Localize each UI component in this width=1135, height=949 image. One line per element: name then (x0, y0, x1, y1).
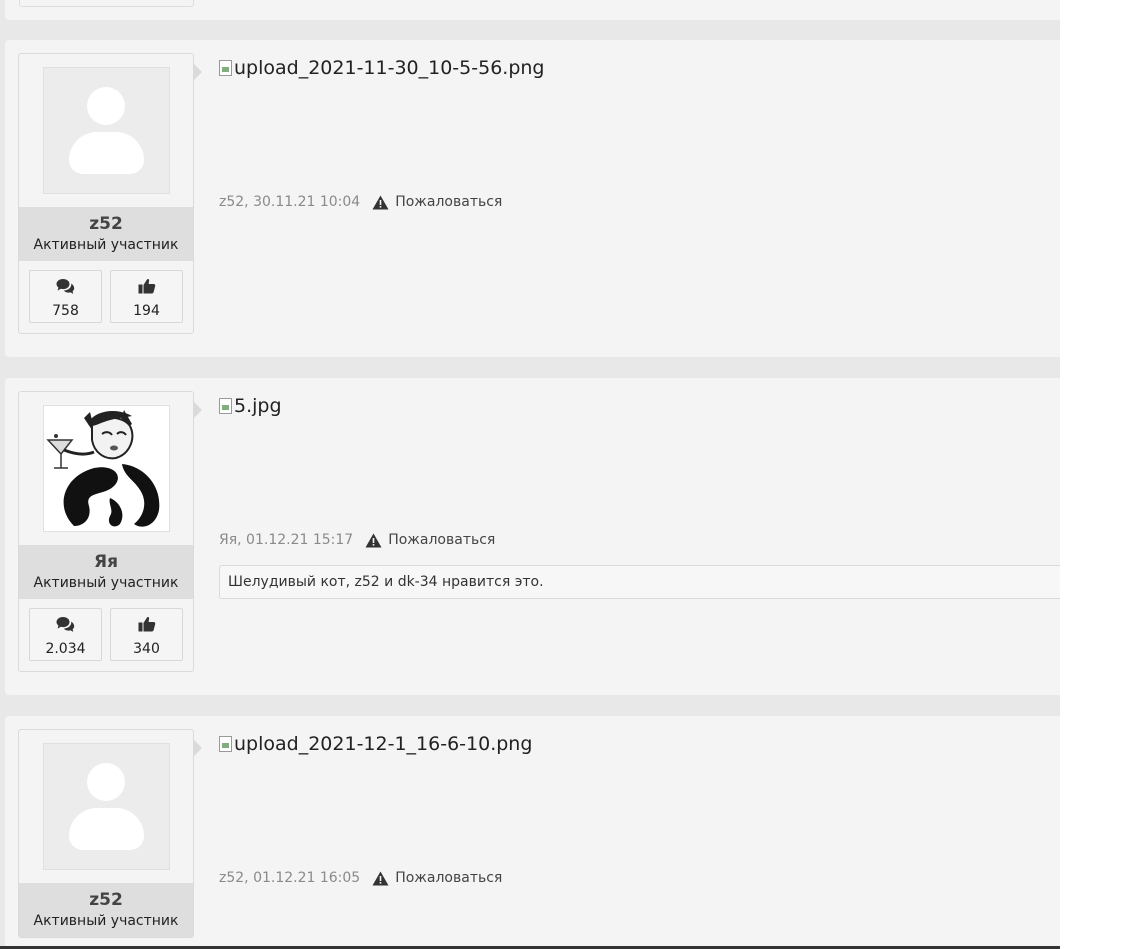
likes-summary: Шелудивый кот, z52 и dk-34 нравится это. (219, 565, 1060, 599)
username-link[interactable]: z52 (19, 213, 193, 235)
thread-page: z52 Активный участник 758 194 upload_202… (0, 0, 1060, 949)
post: z52 Активный участник upload_2021-12-1_1… (5, 716, 1060, 949)
report-label: Пожаловаться (395, 194, 503, 210)
comments-icon (30, 278, 101, 296)
cat-avatar-illustration (43, 406, 169, 531)
attachment-image[interactable]: 5.jpg (219, 393, 1060, 419)
messages-count: 2.034 (45, 641, 86, 657)
likes-count: 194 (133, 303, 160, 319)
messages-stat[interactable]: 2.034 (29, 608, 102, 661)
report-link[interactable]: Пожаловаться (372, 194, 502, 210)
likes-stat[interactable]: 340 (110, 608, 183, 661)
avatar-head-shape (86, 763, 125, 801)
post-content: 5.jpg Яя, 01.12.21 15:17 Пожаловаться Ше… (219, 393, 1060, 599)
avatar-body-shape (68, 132, 144, 174)
user-namebox: Яя Активный участник (19, 545, 193, 599)
avatar-head-shape (86, 87, 125, 125)
likes-count: 340 (133, 641, 160, 657)
post-date[interactable]: z52, 30.11.21 10:04 (219, 194, 360, 210)
post-content: upload_2021-11-30_10-5-56.png z52, 30.11… (219, 55, 1060, 210)
user-title: Активный участник (33, 575, 179, 591)
user-block: z52 Активный участник (18, 729, 202, 938)
broken-image-icon (219, 736, 232, 752)
user-namebox: z52 Активный участник (19, 207, 193, 261)
report-link[interactable]: Пожаловаться (365, 532, 495, 548)
username-link[interactable]: Яя (19, 551, 193, 573)
previous-post-fragment (5, 0, 1060, 20)
avatar-container (19, 54, 193, 207)
comments-icon (30, 616, 101, 634)
attachment-image[interactable]: upload_2021-11-30_10-5-56.png (219, 55, 1060, 81)
attachment-alt-text: upload_2021-12-1_16-6-10.png (234, 733, 533, 755)
user-title: Активный участник (33, 237, 179, 253)
likes-stat[interactable]: 194 (110, 270, 183, 323)
post-date[interactable]: Яя, 01.12.21 15:17 (219, 532, 353, 548)
post-meta: z52, 30.11.21 10:04 Пожаловаться (219, 194, 502, 210)
avatar-image[interactable] (42, 405, 170, 532)
user-block: z52 Активный участник 758 194 (18, 53, 202, 334)
default-avatar-icon[interactable] (42, 743, 170, 870)
messages-count: 758 (52, 303, 79, 319)
report-link[interactable]: Пожаловаться (372, 870, 502, 886)
report-label: Пожаловаться (388, 532, 496, 548)
user-namebox: z52 Активный участник (19, 883, 193, 937)
warning-icon (372, 195, 389, 209)
likes-summary-text[interactable]: Шелудивый кот, z52 и dk-34 нравится это. (228, 574, 544, 590)
user-stats: 758 194 (19, 261, 193, 333)
default-avatar-icon[interactable] (42, 67, 170, 194)
post-meta: Яя, 01.12.21 15:17 Пожаловаться (219, 532, 495, 548)
warning-icon (365, 533, 382, 547)
post: z52 Активный участник 758 194 upload_202… (5, 40, 1060, 357)
messages-stat[interactable]: 758 (29, 270, 102, 323)
warning-icon (372, 871, 389, 885)
attachment-image[interactable]: upload_2021-12-1_16-6-10.png (219, 731, 1060, 757)
username-link[interactable]: z52 (19, 889, 193, 911)
avatar-container (19, 730, 193, 883)
attachment-alt-text: 5.jpg (234, 395, 282, 417)
user-title: Активный участник (33, 913, 179, 929)
broken-image-icon (219, 398, 232, 414)
post-content: upload_2021-12-1_16-6-10.png z52, 01.12.… (219, 731, 1060, 886)
post-date[interactable]: z52, 01.12.21 16:05 (219, 870, 360, 886)
thumbs-up-icon (111, 616, 182, 634)
avatar-body-shape (68, 808, 144, 850)
user-stats: 2.034 340 (19, 599, 193, 671)
post-meta: z52, 01.12.21 16:05 Пожаловаться (219, 870, 502, 886)
attachment-alt-text: upload_2021-11-30_10-5-56.png (234, 57, 545, 79)
report-label: Пожаловаться (395, 870, 503, 886)
previous-user-block-fragment (19, 0, 194, 7)
avatar-container (19, 392, 193, 545)
broken-image-icon (219, 60, 232, 76)
user-block: Яя Активный участник 2.034 340 (18, 391, 202, 672)
post: Яя Активный участник 2.034 340 5.jpg Яя,… (5, 378, 1060, 695)
thumbs-up-icon (111, 278, 182, 296)
